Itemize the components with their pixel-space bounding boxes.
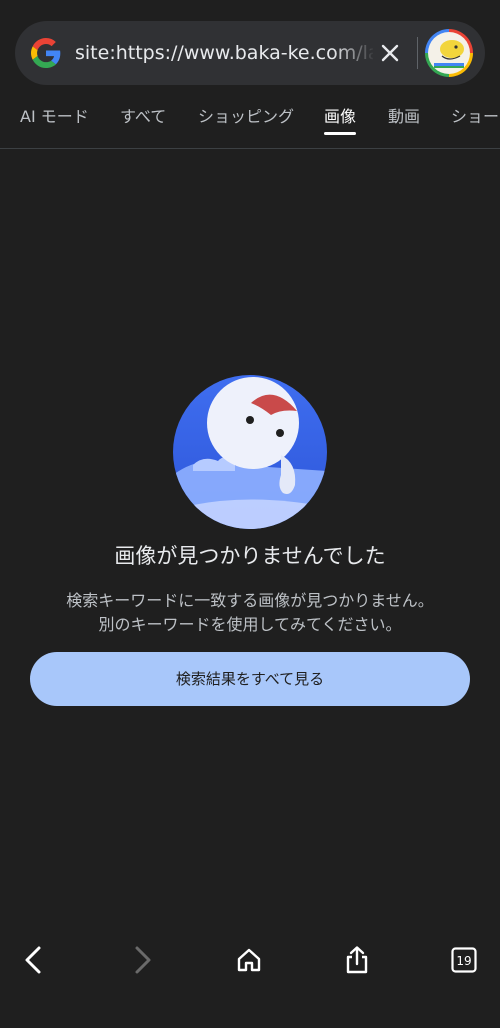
back-arrow-icon	[25, 946, 41, 974]
tab-shorts[interactable]: ショー	[451, 106, 499, 128]
search-bar-divider	[417, 37, 418, 69]
tabs-counter-icon: 19	[451, 947, 477, 973]
active-tab-indicator	[324, 132, 356, 135]
no-results-illustration	[173, 375, 327, 529]
tab-ai-mode[interactable]: AI モード	[20, 106, 89, 128]
home-icon	[237, 948, 261, 972]
home-button[interactable]	[231, 942, 267, 978]
google-g-icon	[31, 38, 61, 68]
tab-shopping[interactable]: ショッピング	[198, 106, 294, 128]
forward-arrow-icon	[135, 946, 151, 974]
empty-state-description-line-2: 別のキーワードを使用してみてください。	[98, 615, 402, 634]
tab-count: 19	[456, 954, 471, 968]
search-bar[interactable]: site:https://www.baka-ke.com/lab	[15, 21, 485, 85]
share-button[interactable]	[339, 942, 375, 978]
empty-state-description-line-1: 検索キーワードに一致する画像が見つかりません。	[66, 591, 434, 610]
empty-state-description: 検索キーワードに一致する画像が見つかりません。 別のキーワードを使用してみてくだ…	[20, 589, 480, 637]
query-fade	[333, 35, 375, 71]
search-results-page: site:https://www.baka-ke.com/lab AI モード …	[0, 0, 500, 1028]
close-icon	[381, 44, 399, 62]
empty-state-title: 画像が見つかりませんでした	[114, 544, 386, 568]
profile-avatar[interactable]	[425, 29, 473, 77]
share-icon	[346, 946, 368, 974]
search-tabs: AI モード すべて ショッピング 画像 動画 ショー	[0, 96, 500, 148]
back-button[interactable]	[16, 942, 52, 978]
avatar-image	[428, 32, 470, 74]
tab-videos[interactable]: 動画	[388, 106, 420, 128]
tab-all[interactable]: すべて	[120, 106, 166, 128]
search-query-input[interactable]: site:https://www.baka-ke.com/lab	[75, 39, 373, 67]
tabs-divider	[0, 148, 500, 149]
see-all-results-button[interactable]: 検索結果をすべて見る	[30, 652, 470, 706]
tab-images[interactable]: 画像	[324, 106, 356, 128]
tabs-button[interactable]: 19	[446, 942, 482, 978]
clear-search-button[interactable]	[376, 39, 404, 67]
forward-button[interactable]	[124, 942, 160, 978]
browser-toolbar: 19	[0, 930, 500, 990]
avatar-picture-icon	[434, 40, 464, 68]
